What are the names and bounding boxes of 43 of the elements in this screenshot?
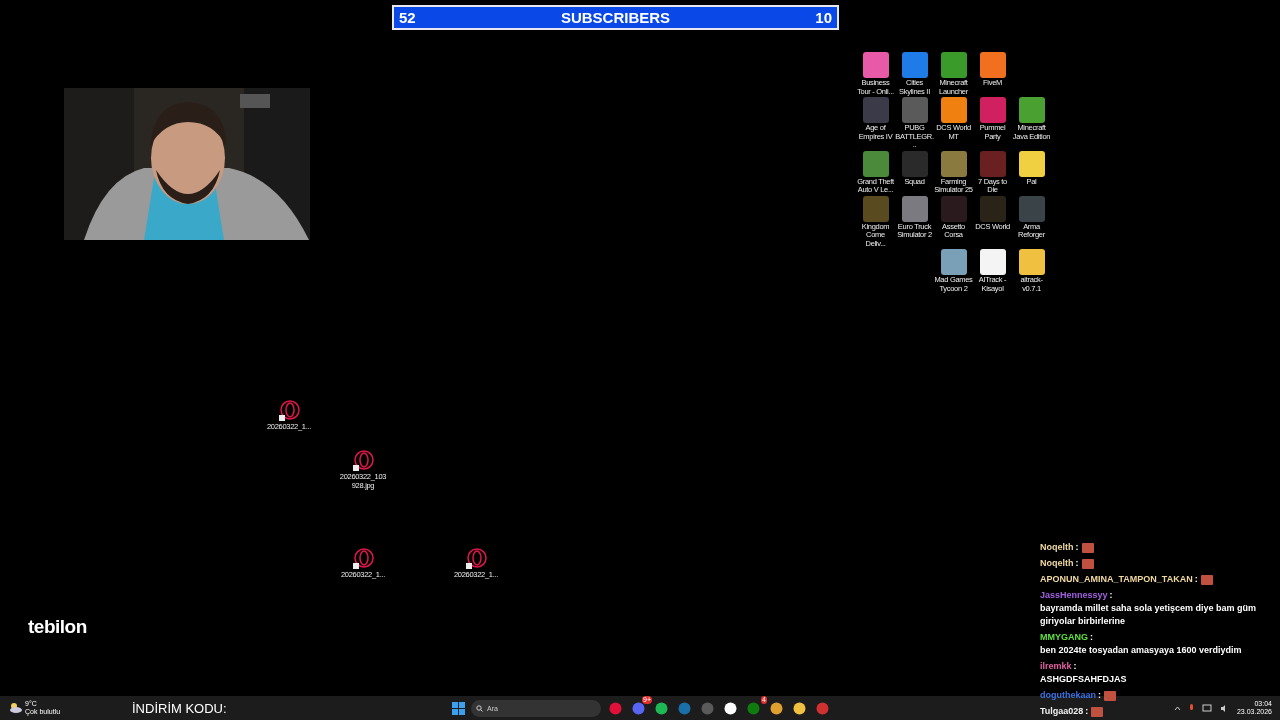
emote-icon: [1104, 690, 1116, 701]
chat-username: JassHennessyy: [1040, 590, 1108, 600]
app-icon[interactable]: [979, 249, 1006, 275]
chat-username: Tulgaa028: [1040, 706, 1084, 716]
chat-message: ASHGDFSAHFDJAS: [1040, 673, 1128, 686]
emote-icon: [1081, 558, 1094, 569]
subscriber-count: 52: [399, 9, 416, 26]
chat-separator: :: [1090, 632, 1093, 642]
chat-username: Noqelth: [1040, 558, 1074, 568]
chat-separator: :: [1075, 558, 1079, 568]
emote-icon: [1081, 542, 1094, 553]
app-icon[interactable]: [862, 52, 889, 78]
chat-username: MMYGANG: [1040, 632, 1088, 642]
search-icon: [476, 704, 483, 712]
app-icon[interactable]: [1018, 249, 1045, 275]
chat-separator: :: [1075, 542, 1079, 552]
app-icon[interactable]: [940, 97, 967, 123]
promo-text: İNDİRİM KODU:: [132, 700, 228, 716]
chat-separator: :: [1073, 661, 1077, 671]
start-icon[interactable]: [452, 701, 465, 715]
chevron-up-icon[interactable]: [1173, 705, 1181, 711]
subscriber-goal: 10: [815, 9, 832, 26]
emote-icon: [1200, 574, 1213, 585]
chat-message: ben 2024te tosyadan amasyaya 1600 verdiydim: [1040, 644, 1243, 657]
chat-separator: :: [1194, 574, 1198, 584]
chat-separator: :: [1109, 590, 1113, 600]
app-icon[interactable]: [940, 249, 967, 275]
chat-separator: :: [1098, 690, 1101, 700]
logo: tebilon: [28, 616, 87, 638]
chat-separator: :: [1085, 706, 1089, 716]
cloud-icon: [8, 703, 22, 713]
chat-username: ilremkk: [1040, 661, 1072, 671]
network-icon[interactable]: [1201, 703, 1212, 713]
app-icon[interactable]: [1018, 97, 1045, 123]
chat-message: bayramda millet saha sola yetişcem diye bam güm giriyolar birbirlerine: [1040, 602, 1258, 628]
subscriber-title: SUBSCRIBERS: [560, 9, 671, 26]
chat-username: Noqelth: [1040, 542, 1074, 552]
microphone-icon[interactable]: [1188, 703, 1194, 713]
chat-username: APONUN_AMINA_TAMPON_TAKAN: [1040, 574, 1193, 584]
app-icon[interactable]: [979, 52, 1006, 78]
chat-username: doguthekaan: [1040, 690, 1096, 700]
emote-icon: [1091, 706, 1104, 717]
app-icon[interactable]: [1018, 150, 1045, 177]
